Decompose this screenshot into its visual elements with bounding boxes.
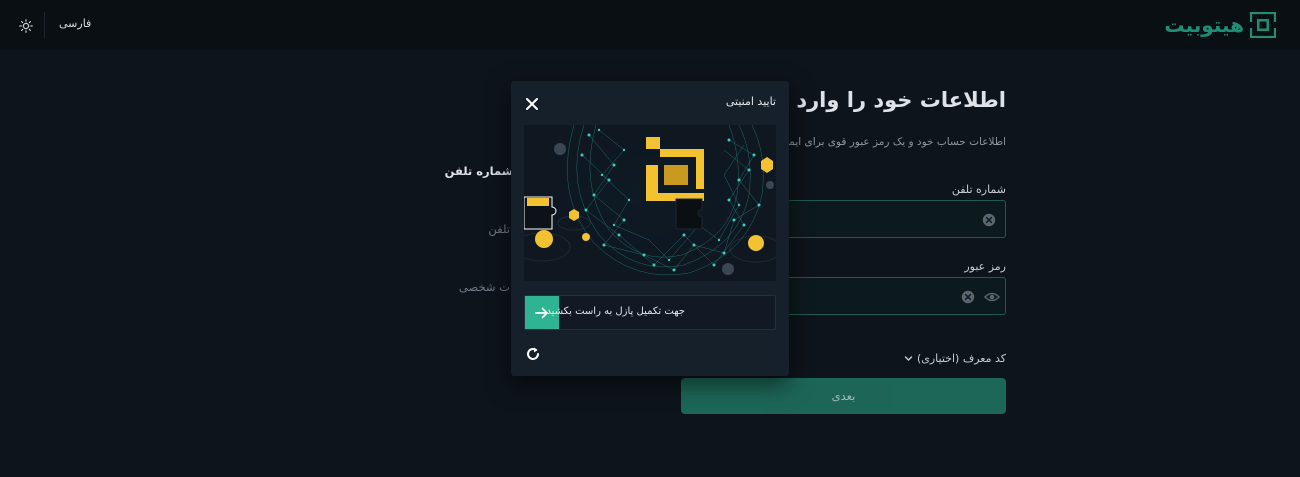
clear-icon[interactable] bbox=[982, 213, 996, 227]
theme-toggle-button[interactable] bbox=[16, 16, 36, 36]
logo-text: هیتوبیت bbox=[1164, 13, 1244, 37]
logo[interactable]: هیتوبیت bbox=[1164, 11, 1276, 39]
divider bbox=[44, 12, 45, 38]
step-personal-info: ت شخصی bbox=[458, 280, 510, 294]
hitobit-logo-icon bbox=[1250, 12, 1276, 38]
password-label: رمز عبور bbox=[964, 260, 1006, 273]
step-verify-phone: تلفن bbox=[488, 222, 510, 236]
page-subtitle: اطلاعات حساب خود و یک رمز عبور قوی برای … bbox=[752, 136, 1006, 148]
step-phone: شماره تلفن bbox=[444, 164, 513, 178]
chevron-down-icon bbox=[904, 356, 913, 361]
sun-icon bbox=[19, 19, 33, 33]
puzzle-slider[interactable]: جهت تکمیل پازل به راست بکشید bbox=[524, 295, 776, 330]
slider-instruction: جهت تکمیل پازل به راست بکشید bbox=[546, 306, 685, 317]
clear-icon[interactable] bbox=[961, 290, 975, 304]
modal-title: تایید امنیتی bbox=[725, 95, 776, 108]
puzzle-image bbox=[524, 125, 776, 281]
eye-icon[interactable] bbox=[984, 290, 1000, 304]
puzzle-artwork bbox=[524, 125, 776, 281]
referral-label: کد معرف (اختیاری) bbox=[916, 352, 1006, 365]
next-button[interactable]: بعدی bbox=[681, 378, 1006, 414]
language-selector[interactable]: فارسی bbox=[59, 17, 91, 30]
referral-toggle[interactable]: کد معرف (اختیاری) bbox=[904, 352, 1006, 365]
refresh-icon[interactable] bbox=[525, 346, 541, 362]
phone-label: شماره تلفن bbox=[951, 183, 1006, 196]
top-bar: فارسی هیتوبیت bbox=[0, 0, 1300, 50]
close-icon[interactable] bbox=[525, 97, 539, 111]
security-captcha-modal: تایید امنیتی جهت تکمیل پازل به راست بکشی… bbox=[511, 81, 789, 376]
